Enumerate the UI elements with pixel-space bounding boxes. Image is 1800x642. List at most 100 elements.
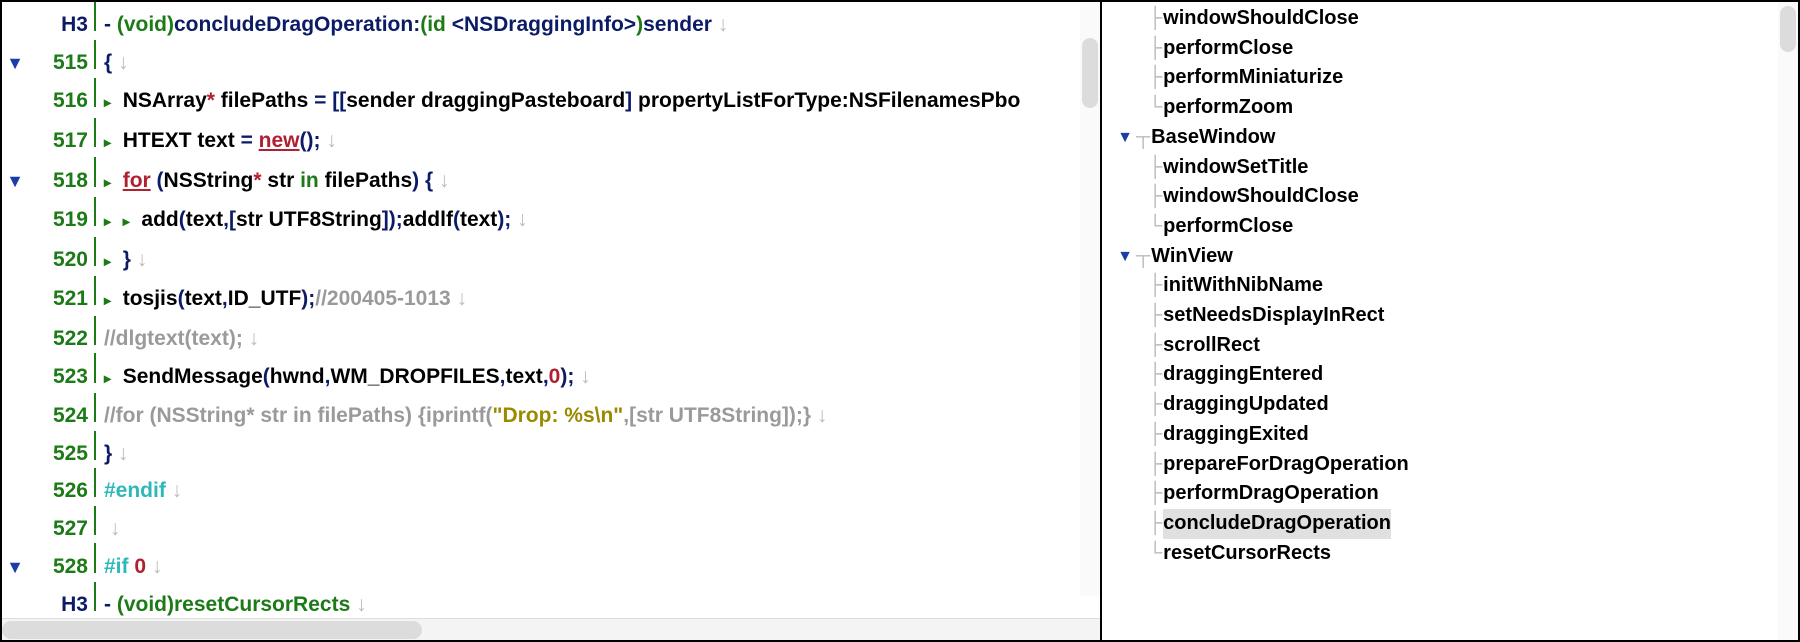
fold-toggle-icon[interactable]: ▼ <box>2 167 28 196</box>
outline-item[interactable]: ├draggingUpdated <box>1102 390 1798 420</box>
outline-item[interactable]: ├draggingExited <box>1102 420 1798 450</box>
disclosure-triangle-icon[interactable]: ▼ <box>1114 242 1136 272</box>
code-line[interactable]: 525 } ↓ <box>2 431 1100 469</box>
code-line[interactable]: 523▸ SendMessage(hwnd,WM_DROPFILES,text,… <box>2 353 1100 393</box>
outline-item[interactable]: ├windowSetTitle <box>1102 153 1798 183</box>
line-number: H3 <box>28 590 92 618</box>
code-token: //200405-1013 <box>315 287 450 310</box>
gutter-separator <box>94 316 104 345</box>
outline-item[interactable]: ├performDragOperation <box>1102 479 1798 509</box>
line-number: 525 <box>28 439 92 468</box>
fold-toggle-icon[interactable]: ▼ <box>2 49 28 78</box>
tab-glyph-icon: ▸ <box>104 253 123 269</box>
eol-glyph-icon: ↓ <box>131 248 147 271</box>
code-line[interactable]: 517▸ HTEXT text = new(); ↓ <box>2 118 1100 158</box>
editor-vscroll-thumb[interactable] <box>1082 38 1098 108</box>
code-text[interactable]: #if 0 ↓ <box>104 552 162 581</box>
code-text[interactable]: - (void)resetCursorRects ↓ <box>104 590 367 618</box>
code-text[interactable]: #endif ↓ <box>104 476 182 505</box>
code-token: } <box>123 248 131 271</box>
outline-item[interactable]: ├setNeedsDisplayInRect <box>1102 301 1798 331</box>
code-token: ); <box>301 287 315 310</box>
outline-item[interactable]: ├performMiniaturize <box>1102 63 1798 93</box>
code-text[interactable]: ▸ ▸ add(text,[str UTF8String]);addlf(tex… <box>104 205 528 236</box>
code-token: propertyListForType:NSFilenamesPbo <box>632 89 1020 112</box>
outline-item[interactable]: ├windowShouldClose <box>1102 4 1798 34</box>
code-token: 0 <box>134 555 146 578</box>
code-token: hwnd <box>270 365 325 388</box>
outline-item[interactable]: ├concludeDragOperation <box>1102 509 1798 539</box>
code-text[interactable]: //for (NSString* str in filePaths) {ipri… <box>104 401 827 430</box>
code-line[interactable]: 526#endif ↓ <box>2 468 1100 506</box>
line-number: 524 <box>28 401 92 430</box>
code-line[interactable]: 527 ↓ <box>2 506 1100 544</box>
code-text[interactable]: ▸ } ↓ <box>104 245 147 276</box>
code-token: addlf <box>403 208 453 231</box>
outline-label: setNeedsDisplayInRect <box>1163 301 1384 331</box>
outline-item[interactable]: └resetCursorRects <box>1102 539 1798 569</box>
code-text[interactable]: ▸ HTEXT text = new(); ↓ <box>104 126 337 157</box>
disclosure-triangle-icon[interactable]: ▼ <box>1114 123 1136 153</box>
outline-item[interactable]: └performClose <box>1102 212 1798 242</box>
tab-glyph-icon: ▸ <box>104 292 123 308</box>
tree-branch-icon: ├ <box>1148 509 1163 539</box>
outline-item[interactable]: ├scrollRect <box>1102 331 1798 361</box>
tab-glyph-icon: ▸ <box>104 370 123 386</box>
tab-glyph-icon: ▸ <box>123 213 142 229</box>
editor-horizontal-scrollbar[interactable] <box>2 618 1100 640</box>
code-token: id <box>427 13 452 36</box>
code-token: ( <box>453 208 460 231</box>
code-text[interactable]: ▸ NSArray* filePaths = [[sender dragging… <box>104 86 1020 117</box>
code-line[interactable]: 522//dlgtext(text); ↓ <box>2 316 1100 354</box>
editor-vertical-scrollbar[interactable] <box>1080 2 1100 596</box>
code-line[interactable]: 516▸ NSArray* filePaths = [[sender dragg… <box>2 78 1100 118</box>
eol-glyph-icon: ↓ <box>350 593 366 616</box>
code-text[interactable]: //dlgtext(text); ↓ <box>104 324 259 353</box>
code-area[interactable]: H3- (void)concludeDragOperation:(id <NSD… <box>2 2 1100 618</box>
code-text[interactable]: - (void)concludeDragOperation:(id <NSDra… <box>104 10 728 39</box>
code-text[interactable]: ▸ SendMessage(hwnd,WM_DROPFILES,text,0);… <box>104 362 591 393</box>
outline-item[interactable]: ├performClose <box>1102 34 1798 64</box>
code-token: concludeDragOperation: <box>174 13 420 36</box>
outline-item[interactable]: └performZoom <box>1102 93 1798 123</box>
gutter-separator <box>94 157 104 186</box>
code-token: filePaths <box>319 169 412 192</box>
tree-branch-icon: ├ <box>1148 420 1163 450</box>
outline-vscroll-thumb[interactable] <box>1780 6 1796 52</box>
code-token: = <box>314 89 326 112</box>
outline-group[interactable]: ▼┬BaseWindow <box>1102 123 1798 153</box>
code-line[interactable]: H3- (void)concludeDragOperation:(id <NSD… <box>2 2 1100 40</box>
editor-hscroll-thumb[interactable] <box>2 621 422 639</box>
code-text[interactable]: ↓ <box>104 514 120 543</box>
fold-toggle-icon[interactable]: ▼ <box>2 553 28 582</box>
outline-vertical-scrollbar[interactable] <box>1778 2 1798 640</box>
code-line[interactable]: ▼528#if 0 ↓ <box>2 543 1100 582</box>
code-text[interactable]: { ↓ <box>104 48 129 77</box>
code-line[interactable]: ▼515{ ↓ <box>2 40 1100 79</box>
tree-branch-icon: ├ <box>1148 390 1163 420</box>
outline-item[interactable]: ├initWithNibName <box>1102 271 1798 301</box>
outline-label: WinView <box>1151 242 1233 272</box>
outline-item[interactable]: ├prepareForDragOperation <box>1102 450 1798 480</box>
code-line[interactable]: H3 - (void)resetCursorRects ↓ <box>2 582 1100 618</box>
code-token: ( <box>263 365 270 388</box>
code-line[interactable]: ▼518▸ for (NSString* str in filePaths) {… <box>2 157 1100 197</box>
code-token: //for (NSString* str in filePaths) {ipri… <box>104 404 493 427</box>
code-token: ( <box>117 13 124 36</box>
code-text[interactable]: ▸ tosjis(text,ID_UTF);//200405-1013 ↓ <box>104 284 467 315</box>
outline-item[interactable]: ├draggingEntered <box>1102 360 1798 390</box>
code-token: ( <box>117 593 124 616</box>
code-token: HTEXT text <box>123 129 241 152</box>
code-line[interactable]: 521▸ tosjis(text,ID_UTF);//200405-1013 ↓ <box>2 276 1100 316</box>
outline-group[interactable]: ▼┬WinView <box>1102 242 1798 272</box>
code-text[interactable]: } ↓ <box>104 439 129 468</box>
code-line[interactable]: 520 ▸ } ↓ <box>2 237 1100 277</box>
line-number: 520 <box>28 245 92 274</box>
code-line[interactable]: 519 ▸ ▸ add(text,[str UTF8String]);addlf(… <box>2 197 1100 237</box>
code-token: <NSDraggingInfo> <box>452 13 636 36</box>
code-line[interactable]: 524 //for (NSString* str in filePaths) {i… <box>2 393 1100 431</box>
code-token: //dlgtext(text); <box>104 327 243 350</box>
code-text[interactable]: ▸ for (NSString* str in filePaths) { ↓ <box>104 166 450 197</box>
outline-item[interactable]: ├windowShouldClose <box>1102 182 1798 212</box>
line-number: 519 <box>28 205 92 234</box>
